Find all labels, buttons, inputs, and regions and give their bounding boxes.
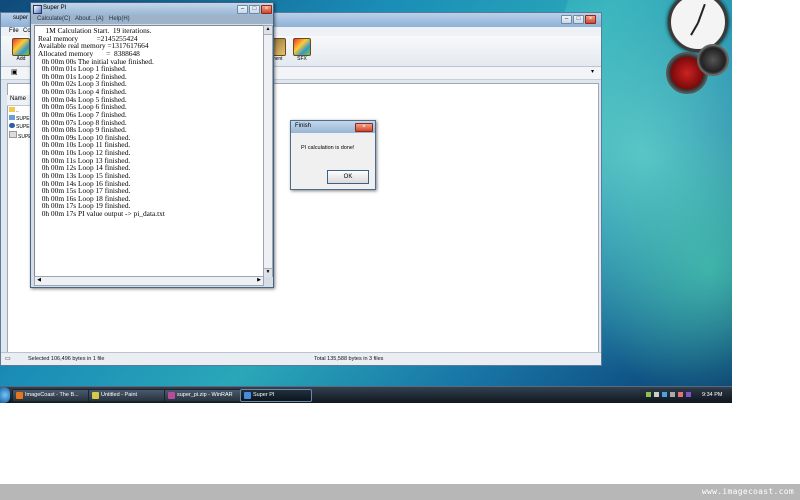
superpi-title: Super PI xyxy=(43,5,67,11)
clock-hour-hand xyxy=(697,3,706,24)
sfx-button-label: SFX xyxy=(297,56,307,62)
maximize-icon: □ xyxy=(576,16,581,22)
tray-app-icon[interactable] xyxy=(678,392,683,397)
folder-up-icon xyxy=(9,107,15,112)
scroll-down-icon[interactable]: ▼ xyxy=(264,268,272,277)
close-icon: × xyxy=(588,16,593,22)
scroll-left-icon[interactable]: ◀ xyxy=(35,277,43,285)
taskbar-item-imagecoast[interactable]: ImageCoast - The B... xyxy=(12,389,90,402)
winrar-icon xyxy=(168,392,175,399)
watermark-banner: www.imagecoast.com xyxy=(0,484,800,500)
exe-icon xyxy=(9,123,15,128)
ok-button[interactable]: OK xyxy=(327,170,369,184)
superpi-window: Super PI – □ × Calculate(C) About...(A) … xyxy=(30,2,274,288)
tray-app-icon[interactable] xyxy=(662,392,667,397)
sfx-button[interactable]: SFX xyxy=(288,38,316,64)
maximize-icon: □ xyxy=(252,6,257,12)
memory-meter-gadget[interactable] xyxy=(697,44,729,76)
drive-icon: ▭ xyxy=(5,356,11,362)
start-button[interactable] xyxy=(0,387,10,403)
taskbar: ImageCoast - The B... Untitled - Paint s… xyxy=(0,386,732,403)
clock-minute-hand xyxy=(690,22,699,36)
menu-calculate[interactable]: Calculate(C) xyxy=(37,16,70,22)
tray-app-icon[interactable] xyxy=(670,392,675,397)
add-button-label: Add xyxy=(16,56,26,62)
superpi-icon xyxy=(244,392,251,399)
status-total: Total 135,588 bytes in 3 files xyxy=(314,356,384,362)
taskbar-item-paint[interactable]: Untitled - Paint xyxy=(88,389,166,402)
winrar-close-button[interactable]: × xyxy=(585,15,596,24)
tray-network-icon[interactable] xyxy=(646,392,651,397)
tray-app-icon[interactable] xyxy=(686,392,691,397)
taskbar-item-winrar[interactable]: super_pi.zip - WinRAR xyxy=(164,389,242,402)
superpi-app-icon xyxy=(33,5,42,14)
up-folder-icon[interactable]: ▣ xyxy=(11,68,18,76)
scroll-up-icon[interactable]: ▲ xyxy=(264,26,272,35)
scroll-right-icon[interactable]: ▶ xyxy=(255,277,263,285)
taskbar-item-superpi[interactable]: Super PI xyxy=(240,389,312,402)
minimize-icon: – xyxy=(564,16,569,22)
winrar-statusbar: ▭ Selected 106,496 bytes in 1 file Total… xyxy=(1,352,601,365)
taskbar-clock[interactable]: 9:34 PM xyxy=(702,389,722,401)
superpi-maximize-button[interactable]: □ xyxy=(249,5,260,14)
winrar-minimize-button[interactable]: – xyxy=(561,15,572,24)
watermark-text: www.imagecoast.com xyxy=(701,487,794,496)
superpi-output-textarea[interactable]: 1M Calculation Start. 19 iterations. Rea… xyxy=(34,25,264,277)
superpi-vertical-scrollbar[interactable]: ▲ ▼ xyxy=(263,25,273,277)
close-icon: × xyxy=(264,6,269,12)
finish-message: PI calculation is done! xyxy=(301,145,355,151)
winrar-menu-file[interactable]: File xyxy=(9,28,19,34)
close-icon: × xyxy=(362,124,366,130)
menu-help[interactable]: Help(H) xyxy=(109,16,130,22)
status-selected: Selected 106,496 bytes in 1 file xyxy=(28,356,105,362)
winrar-maximize-button[interactable]: □ xyxy=(573,15,584,24)
column-header-name-label: Name xyxy=(10,96,27,102)
finish-title: Finish xyxy=(295,123,312,129)
column-header-name[interactable]: Name xyxy=(7,95,31,106)
superpi-menubar: Calculate(C) About...(A) Help(H) xyxy=(31,15,273,24)
superpi-output-text: 1M Calculation Start. 19 iterations. Rea… xyxy=(38,26,165,218)
menu-about[interactable]: About...(A) xyxy=(75,16,104,22)
sfx-icon xyxy=(293,38,311,56)
superpi-close-button[interactable]: × xyxy=(261,5,272,14)
finish-titlebar[interactable]: Finish × xyxy=(291,121,375,133)
superpi-minimize-button[interactable]: – xyxy=(237,5,248,14)
browser-icon xyxy=(16,392,23,399)
tray-volume-icon[interactable] xyxy=(654,392,659,397)
address-dropdown-icon[interactable]: ▾ xyxy=(591,68,594,75)
finish-close-button[interactable]: × xyxy=(355,123,373,132)
superpi-horizontal-scrollbar[interactable]: ◀ ▶ xyxy=(34,276,264,286)
file-icon xyxy=(9,115,15,120)
text-file-icon xyxy=(9,131,17,138)
finish-dialog: Finish × PI calculation is done! OK xyxy=(290,120,376,190)
paint-icon xyxy=(92,392,99,399)
minimize-icon: – xyxy=(240,6,245,12)
winrar-title: super xyxy=(13,15,29,21)
superpi-titlebar[interactable]: Super PI – □ × xyxy=(31,3,273,15)
winrar-add-icon xyxy=(12,38,30,56)
